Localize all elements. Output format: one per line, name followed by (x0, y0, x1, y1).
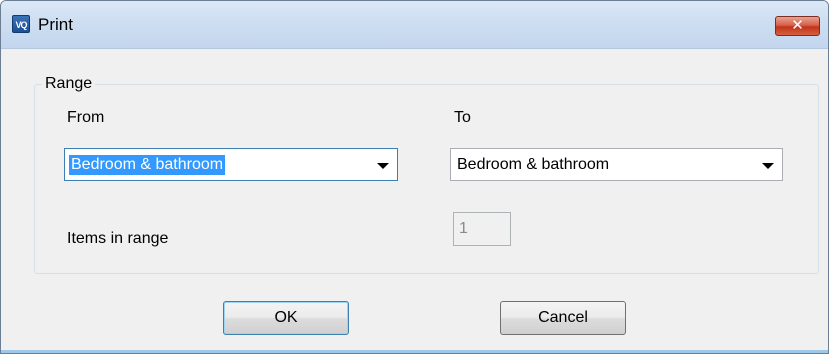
to-label: To (454, 109, 471, 126)
close-icon: ✕ (791, 17, 804, 34)
chevron-down-icon[interactable] (762, 163, 774, 169)
from-label: From (67, 109, 105, 126)
items-in-range-field: 1 (453, 212, 511, 246)
app-icon: VQ (12, 15, 30, 33)
dialog-title: Print (38, 15, 73, 34)
to-dropdown-value: Bedroom & bathroom (457, 156, 610, 173)
cancel-button[interactable]: Cancel (500, 301, 626, 335)
items-in-range-label: Items in range (67, 230, 169, 247)
to-dropdown[interactable]: Bedroom & bathroom (450, 148, 783, 181)
close-button[interactable]: ✕ (775, 16, 820, 36)
print-dialog: VQ Print ✕ Range From To Bedroom & bathr… (0, 0, 829, 354)
chevron-down-icon[interactable] (377, 163, 389, 169)
window-bottom-border (1, 350, 828, 353)
title-bar[interactable]: VQ Print ✕ (1, 1, 828, 49)
from-dropdown-value: Bedroom & bathroom (69, 155, 226, 175)
from-dropdown[interactable]: Bedroom & bathroom (64, 148, 398, 181)
items-in-range-value: 1 (459, 220, 468, 237)
ok-button[interactable]: OK (223, 301, 349, 335)
range-legend: Range (42, 74, 96, 94)
